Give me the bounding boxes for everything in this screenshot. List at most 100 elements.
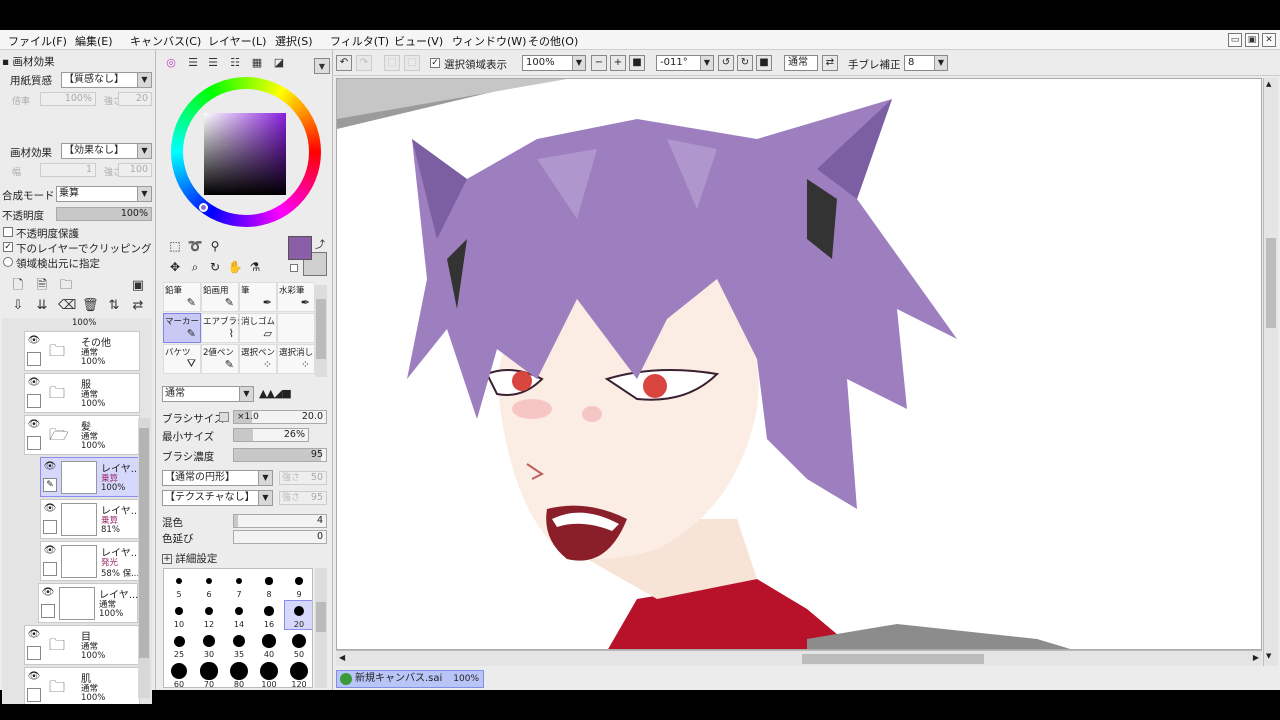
layer-scrollbar[interactable] <box>138 418 150 698</box>
paper-rate-slider[interactable]: 100% <box>40 92 96 106</box>
scroll-right-icon[interactable]: ▶ <box>1253 653 1259 662</box>
paper-texture-dropdown[interactable]: 【質感なし】 ▼ <box>61 72 152 88</box>
scratchpad-tab-icon[interactable]: ◪ <box>271 55 287 71</box>
swatch-tab-icon[interactable]: ☷ <box>227 55 243 71</box>
rotate-left-icon[interactable]: ↺ <box>718 55 734 71</box>
min-size-slider[interactable]: 26% <box>233 428 309 442</box>
layer-folder-eyes[interactable]: 👁 🗀 目 通常 100% <box>24 625 140 665</box>
lock-checkbox[interactable] <box>27 436 41 450</box>
close-icon[interactable]: ✕ <box>1262 33 1276 47</box>
menu-other[interactable]: その他(O) <box>528 33 578 49</box>
eye-icon[interactable]: 👁 <box>43 461 57 473</box>
menu-layer[interactable]: レイヤー(L) <box>208 33 266 49</box>
menu-window[interactable]: ウィンドウ(W) <box>452 33 526 49</box>
effect-strength-slider[interactable]: 100 <box>118 163 152 177</box>
lock-checkbox[interactable] <box>41 604 55 618</box>
clipping-checkbox[interactable]: ✓ <box>3 242 13 252</box>
flip-horizontal-icon[interactable]: ⇄ <box>822 55 838 71</box>
layer-option2-icon[interactable]: ⇄ <box>130 298 146 314</box>
brush-slot-7[interactable] <box>277 313 315 343</box>
saturation-value-square[interactable] <box>204 113 286 195</box>
palette-tab-icon[interactable]: ▦ <box>249 55 265 71</box>
eye-icon[interactable]: 👁 <box>43 503 57 515</box>
brush-slot-8[interactable]: バケツ ⛛ <box>163 344 201 374</box>
delete-layer-icon[interactable]: 🗑 <box>82 298 99 314</box>
brush-size-60[interactable]: 60 <box>165 661 193 687</box>
show-selection-checkbox[interactable]: ✓ <box>430 58 440 68</box>
brush-slot-10[interactable]: 選択ペン ⁘ <box>239 344 277 374</box>
layer-option-icon[interactable]: ⇅ <box>106 298 122 314</box>
lock-checkbox[interactable] <box>43 520 57 534</box>
reset-colors-icon[interactable] <box>290 264 298 272</box>
layer-hair-multiply-2[interactable]: 👁 レイヤ... 乗算 81% <box>40 499 140 539</box>
rotation-dropdown[interactable]: -011° ▼ <box>656 55 714 71</box>
detect-source-radio[interactable] <box>3 257 13 267</box>
brush-size-8[interactable]: 8 <box>255 571 283 599</box>
layer-list[interactable]: 100% 👁 🗀 その他 通常 100% 👁 🗀 服 通常 100% 👁 🗁 髪… <box>2 318 152 704</box>
size-lock-icon[interactable] <box>219 412 229 422</box>
deselect-icon[interactable]: ⬚ <box>384 55 400 71</box>
brush-size-14[interactable]: 14 <box>225 601 253 629</box>
brush-size-20[interactable]: 20 <box>284 600 312 630</box>
menu-canvas[interactable]: キャンバス(C) <box>130 33 201 49</box>
detail-settings-toggle[interactable]: + 詳細設定 <box>162 551 217 566</box>
redo-icon[interactable]: ↷ <box>356 55 372 71</box>
zoom-icon[interactable]: ⌕ <box>187 259 203 275</box>
brush-size-7[interactable]: 7 <box>225 571 253 599</box>
scroll-up-icon[interactable]: ▲ <box>1266 80 1271 88</box>
eye-icon[interactable]: 👁 <box>41 587 55 599</box>
color-wheel[interactable] <box>171 77 321 227</box>
brush-size-80[interactable]: 80 <box>225 661 253 687</box>
texture-strength-slider[interactable]: 強さ 95 <box>279 491 327 505</box>
menu-filter[interactable]: フィルタ(T) <box>330 33 389 49</box>
brush-slot-2[interactable]: 筆 ✒ <box>239 282 277 312</box>
brush-size-9[interactable]: 9 <box>285 571 312 599</box>
eyedropper-icon[interactable]: ⚗ <box>247 259 263 275</box>
menu-select[interactable]: 選択(S) <box>275 33 313 49</box>
brush-slot-1[interactable]: 鉛画用 ✎ <box>201 282 239 312</box>
shape-strength-slider[interactable]: 強さ 50 <box>279 471 327 485</box>
scroll-down-icon[interactable]: ▼ <box>1266 652 1271 660</box>
zoom-out-icon[interactable]: − <box>591 55 607 71</box>
brush-density-slider[interactable]: 95 <box>233 448 327 462</box>
new-linework-layer-icon[interactable]: 🗎 <box>34 278 50 294</box>
minimize-icon[interactable]: ▭ <box>1228 33 1242 47</box>
rotate-reset-icon[interactable]: ■ <box>756 55 772 71</box>
brush-texture-dropdown[interactable]: 【テクスチャなし】 ▼ <box>162 490 273 506</box>
zoom-in-icon[interactable]: + <box>610 55 626 71</box>
lock-checkbox[interactable] <box>27 646 41 660</box>
brush-size-25[interactable]: 25 <box>165 631 193 659</box>
eye-icon[interactable]: 👁 <box>27 335 41 347</box>
new-folder-icon[interactable]: 🗀 <box>58 278 74 294</box>
brush-shape-dropdown[interactable]: 【通常の円形】 ▼ <box>162 470 273 486</box>
restore-icon[interactable]: ▣ <box>1245 33 1259 47</box>
size-grid-scrollbar[interactable] <box>315 568 327 688</box>
vertical-scrollbar[interactable]: ▲ ▼ <box>1263 78 1278 666</box>
lock-checkbox[interactable] <box>43 562 57 576</box>
brush-size-30[interactable]: 30 <box>195 631 223 659</box>
brush-size-16[interactable]: 16 <box>255 601 283 629</box>
brush-size-10[interactable]: 10 <box>165 601 193 629</box>
layer-folder-other[interactable]: 👁 🗀 その他 通常 100% <box>24 331 140 371</box>
brush-mode-dropdown[interactable]: 通常 ▼ <box>162 386 254 402</box>
transfer-down-icon[interactable]: ⇩ <box>10 298 26 314</box>
rect-select-icon[interactable]: ⬚ <box>167 238 183 254</box>
collapse-icon[interactable]: ▼ <box>314 58 330 74</box>
brush-size-120[interactable]: 120 <box>285 661 312 687</box>
swap-colors-icon[interactable]: ⤴ <box>315 236 325 251</box>
new-layer-icon[interactable]: 🗋 <box>10 278 26 294</box>
move-icon[interactable]: ✥ <box>167 259 183 275</box>
merge-down-icon[interactable]: ⇊ <box>34 298 50 314</box>
eye-icon[interactable]: 👁 <box>27 671 41 683</box>
lasso-icon[interactable]: ➰ <box>187 238 203 254</box>
mix-slider[interactable]: 4 <box>233 514 327 528</box>
zoom-reset-icon[interactable]: ■ <box>629 55 645 71</box>
layer-hair-normal[interactable]: 👁 レイヤ... 通常 100% <box>38 583 138 623</box>
brush-size-6[interactable]: 6 <box>195 571 223 599</box>
lock-checkbox[interactable] <box>27 688 41 702</box>
hand-icon[interactable]: ✋ <box>227 259 243 275</box>
canvas-blend-field[interactable]: 通常 <box>784 55 818 71</box>
scroll-left-icon[interactable]: ◀ <box>339 653 345 662</box>
effect-dropdown[interactable]: 【効果なし】 ▼ <box>61 143 152 159</box>
brush-slot-11[interactable]: 選択消し ⁘ <box>277 344 315 374</box>
